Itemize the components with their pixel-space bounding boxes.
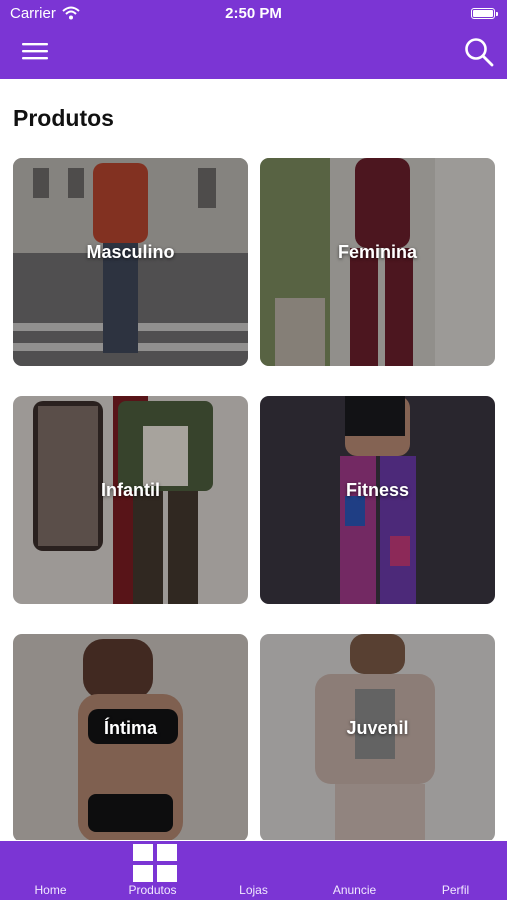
tab-produtos[interactable]: Produtos [102, 841, 203, 900]
tab-label-anuncie: Anuncie [332, 883, 377, 897]
tab-perfil[interactable]: Perfil [405, 841, 506, 900]
status-time: 2:50 PM [225, 5, 282, 22]
tab-label-home: Home [34, 883, 67, 897]
category-grid: Masculino Feminina Infantil Fitness Ínti… [13, 158, 495, 840]
category-label: Fitness [345, 480, 410, 500]
page-title: Produtos [13, 105, 114, 131]
category-label: Feminina [337, 242, 417, 262]
hamburger-menu-icon[interactable] [22, 41, 50, 63]
tab-label-perfil: Perfil [441, 883, 470, 897]
category-card-intima[interactable]: Íntima [13, 634, 248, 840]
search-icon[interactable] [463, 36, 495, 68]
category-label: Masculino [86, 242, 175, 262]
tab-label-lojas: Lojas [239, 883, 268, 897]
tab-home[interactable]: Home [0, 841, 101, 900]
tab-label-produtos: Produtos [128, 883, 177, 897]
category-card-feminina[interactable]: Feminina [260, 158, 495, 366]
battery-icon [471, 8, 498, 19]
category-card-masculino[interactable]: Masculino [13, 158, 248, 366]
category-card-fitness[interactable]: Fitness [260, 396, 495, 604]
category-label: Juvenil [346, 718, 409, 738]
category-label: Infantil [101, 480, 160, 500]
top-app-bar: Carrier 2:50 PM [0, 0, 507, 79]
category-card-infantil[interactable]: Infantil [13, 396, 248, 604]
tab-lojas[interactable]: Lojas [203, 841, 304, 900]
tab-anuncie[interactable]: Anuncie [304, 841, 405, 900]
grid-icon [133, 844, 177, 882]
bottom-tab-bar: Home Produtos Lojas Anuncie Perfil [0, 841, 507, 900]
category-card-juvenil[interactable]: Juvenil [260, 634, 495, 840]
status-bar: Carrier 2:50 PM [0, 0, 507, 28]
category-label: Íntima [103, 718, 157, 738]
